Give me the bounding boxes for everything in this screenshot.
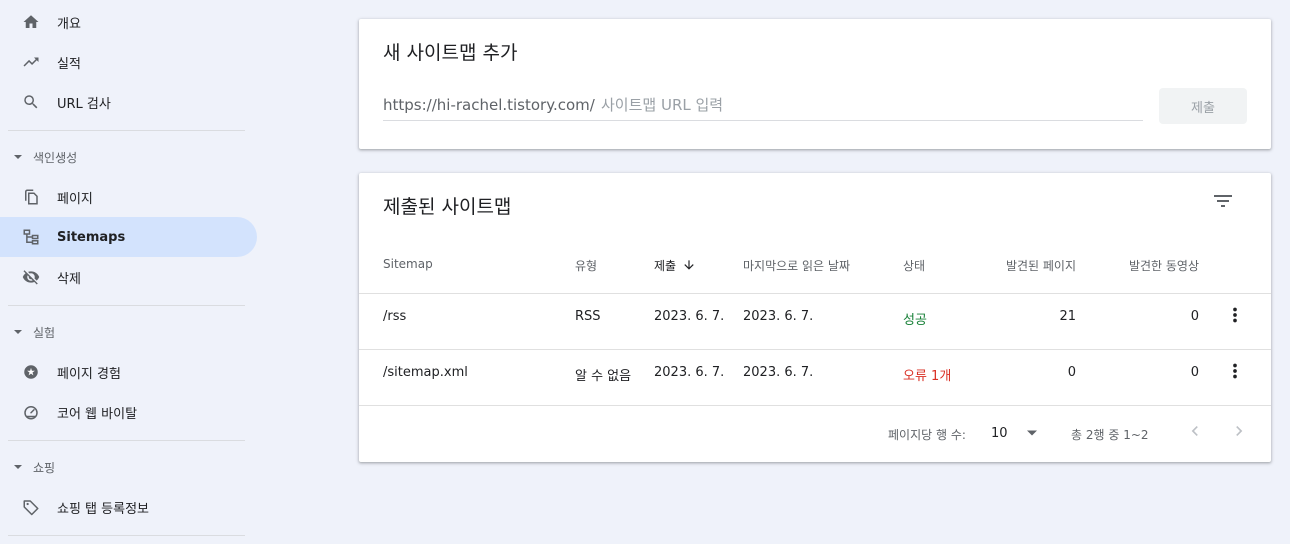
section-title: 색인생성 [33, 150, 78, 165]
table-divider [359, 293, 1271, 294]
add-sitemap-card: 새 사이트맵 추가 https://hi-rachel.tistory.com/… [359, 19, 1271, 149]
sidebar-divider [8, 440, 245, 441]
submitted-date: 2023. 6. 7. [654, 365, 725, 380]
sidebar-item-removals[interactable]: 삭제 [0, 257, 257, 297]
next-page-button[interactable] [1227, 421, 1251, 445]
sidebar: 개요 실적 URL 검사 색인생성 페이지 Sitemaps 삭제 실험 페이지… [0, 0, 265, 544]
sidebar-item-pages[interactable]: 페이지 [0, 177, 257, 217]
rows-per-page-label: 페이지당 행 수: [888, 428, 966, 442]
caret-down-icon [12, 461, 24, 473]
sitemap-path: /sitemap.xml [383, 365, 468, 380]
page-experience-icon [22, 363, 40, 381]
sitemap-icon [22, 228, 40, 246]
sitemap-type: RSS [575, 309, 601, 324]
column-header-submitted[interactable]: 제출 [654, 257, 696, 275]
sidebar-item-label: 페이지 경험 [57, 366, 121, 382]
dropdown-arrow-icon [1026, 427, 1038, 439]
sidebar-item-label: Sitemaps [57, 229, 126, 245]
sidebar-item-sitemaps[interactable]: Sitemaps [0, 217, 257, 257]
sidebar-item-label: 삭제 [57, 271, 81, 287]
column-header-discovered-videos[interactable]: 발견한 동영상 [1099, 257, 1199, 274]
tag-icon [22, 498, 40, 516]
status-badge: 오류 1개 [903, 369, 952, 384]
sitemap-type: 알 수 없음 [575, 369, 632, 384]
filter-icon [1211, 189, 1235, 217]
rows-per-page-value: 10 [991, 425, 1008, 441]
pages-icon [22, 188, 40, 206]
sidebar-divider [8, 305, 245, 306]
sidebar-item-performance[interactable]: 실적 [0, 42, 257, 82]
section-title: 실험 [33, 325, 56, 340]
sidebar-item-core-web-vitals[interactable]: 코어 웹 바이탈 [0, 392, 257, 432]
sidebar-divider [8, 130, 245, 131]
visibility-off-icon [22, 268, 40, 286]
submitted-sitemaps-card: 제출된 사이트맵 Sitemap 유형 제출 마지막으로 읽은 날짜 상태 발견… [359, 173, 1271, 462]
column-header-type[interactable]: 유형 [575, 257, 597, 274]
sitemap-input-underline [383, 120, 1143, 121]
row-more-button[interactable] [1223, 305, 1247, 329]
sidebar-item-page-experience[interactable]: 페이지 경험 [0, 352, 257, 392]
discovered-videos: 0 [1190, 365, 1199, 380]
sidebar-item-label: 코어 웹 바이탈 [57, 406, 138, 422]
submitted-date: 2023. 6. 7. [654, 309, 725, 324]
section-header-indexing[interactable]: 색인생성 [12, 147, 77, 167]
table-divider [359, 405, 1271, 406]
more-vert-icon [1224, 360, 1246, 386]
sidebar-item-overview[interactable]: 개요 [0, 2, 257, 42]
home-icon [22, 13, 40, 31]
discovered-videos: 0 [1190, 309, 1199, 324]
table-divider [359, 349, 1271, 350]
sitemap-url-input[interactable] [601, 93, 1142, 117]
trending-up-icon [22, 53, 40, 71]
sidebar-item-shopping-tab-listings[interactable]: 쇼핑 탭 등록정보 [0, 487, 257, 527]
column-header-status[interactable]: 상태 [903, 257, 925, 274]
last-read-date: 2023. 6. 7. [743, 365, 814, 380]
sidebar-item-url-inspection[interactable]: URL 검사 [0, 82, 257, 122]
discovered-pages: 21 [1059, 309, 1076, 324]
speed-gauge-icon [22, 403, 40, 421]
last-read-date: 2023. 6. 7. [743, 309, 814, 324]
rows-per-page-select[interactable]: 10 [991, 423, 1038, 443]
prev-page-button[interactable] [1183, 421, 1207, 445]
column-header-last-read[interactable]: 마지막으로 읽은 날짜 [743, 257, 850, 274]
caret-down-icon [12, 151, 24, 163]
section-header-experiment[interactable]: 실험 [12, 322, 55, 342]
search-icon [22, 93, 40, 111]
column-header-discovered-pages[interactable]: 발견된 페이지 [976, 257, 1076, 274]
sidebar-divider [8, 535, 245, 536]
discovered-pages: 0 [1067, 365, 1076, 380]
sidebar-item-label: 개요 [57, 16, 81, 32]
submit-sitemap-button[interactable]: 제출 [1159, 88, 1247, 124]
status-badge: 성공 [903, 313, 927, 328]
section-title: 쇼핑 [33, 460, 56, 475]
sidebar-item-label: 쇼핑 탭 등록정보 [57, 501, 149, 517]
sidebar-item-label: 페이지 [57, 191, 93, 207]
chevron-right-icon [1229, 421, 1249, 445]
sidebar-item-label: 실적 [57, 56, 81, 72]
column-header-label: 제출 [654, 259, 677, 273]
filter-button[interactable] [1209, 189, 1237, 217]
caret-down-icon [12, 326, 24, 338]
chevron-left-icon [1185, 421, 1205, 445]
arrow-down-icon [682, 258, 696, 275]
add-sitemap-title: 새 사이트맵 추가 [383, 42, 518, 64]
pagination-range: 총 2행 중 1~2 [1071, 428, 1149, 442]
sitemap-url-prefix: https://hi-rachel.tistory.com/ [383, 96, 595, 114]
section-header-shopping[interactable]: 쇼핑 [12, 457, 55, 477]
row-more-button[interactable] [1223, 361, 1247, 385]
more-vert-icon [1224, 304, 1246, 330]
submitted-sitemaps-title: 제출된 사이트맵 [383, 196, 512, 218]
column-header-sitemap[interactable]: Sitemap [383, 257, 433, 271]
sitemap-path: /rss [383, 309, 407, 324]
sidebar-item-label: URL 검사 [57, 96, 111, 112]
